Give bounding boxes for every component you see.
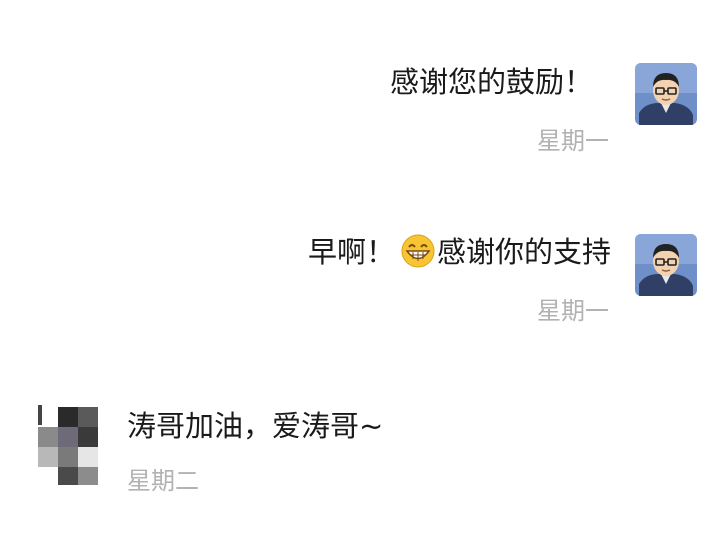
message-text[interactable]: 涛哥加油，爱涛哥~ bbox=[127, 408, 383, 444]
self-avatar[interactable] bbox=[635, 63, 697, 125]
self-avatar-cartoon-icon bbox=[635, 234, 697, 296]
message-timestamp: 星期二 bbox=[127, 467, 199, 495]
self-avatar[interactable] bbox=[635, 234, 697, 296]
grinning-emoji-icon bbox=[401, 234, 435, 268]
message-text-part: 感谢你的支持 bbox=[436, 235, 611, 269]
mosaic-avatar-icon[interactable] bbox=[38, 405, 102, 485]
self-avatar-cartoon-icon bbox=[635, 63, 697, 125]
message-timestamp: 星期一 bbox=[537, 297, 609, 325]
message-text[interactable]: 早啊！ 感谢你的支持 bbox=[308, 234, 611, 270]
message-timestamp: 星期一 bbox=[537, 127, 609, 155]
message-text-part: 早啊！ bbox=[307, 235, 395, 269]
message-text[interactable]: 感谢您的鼓励！ bbox=[390, 64, 593, 100]
